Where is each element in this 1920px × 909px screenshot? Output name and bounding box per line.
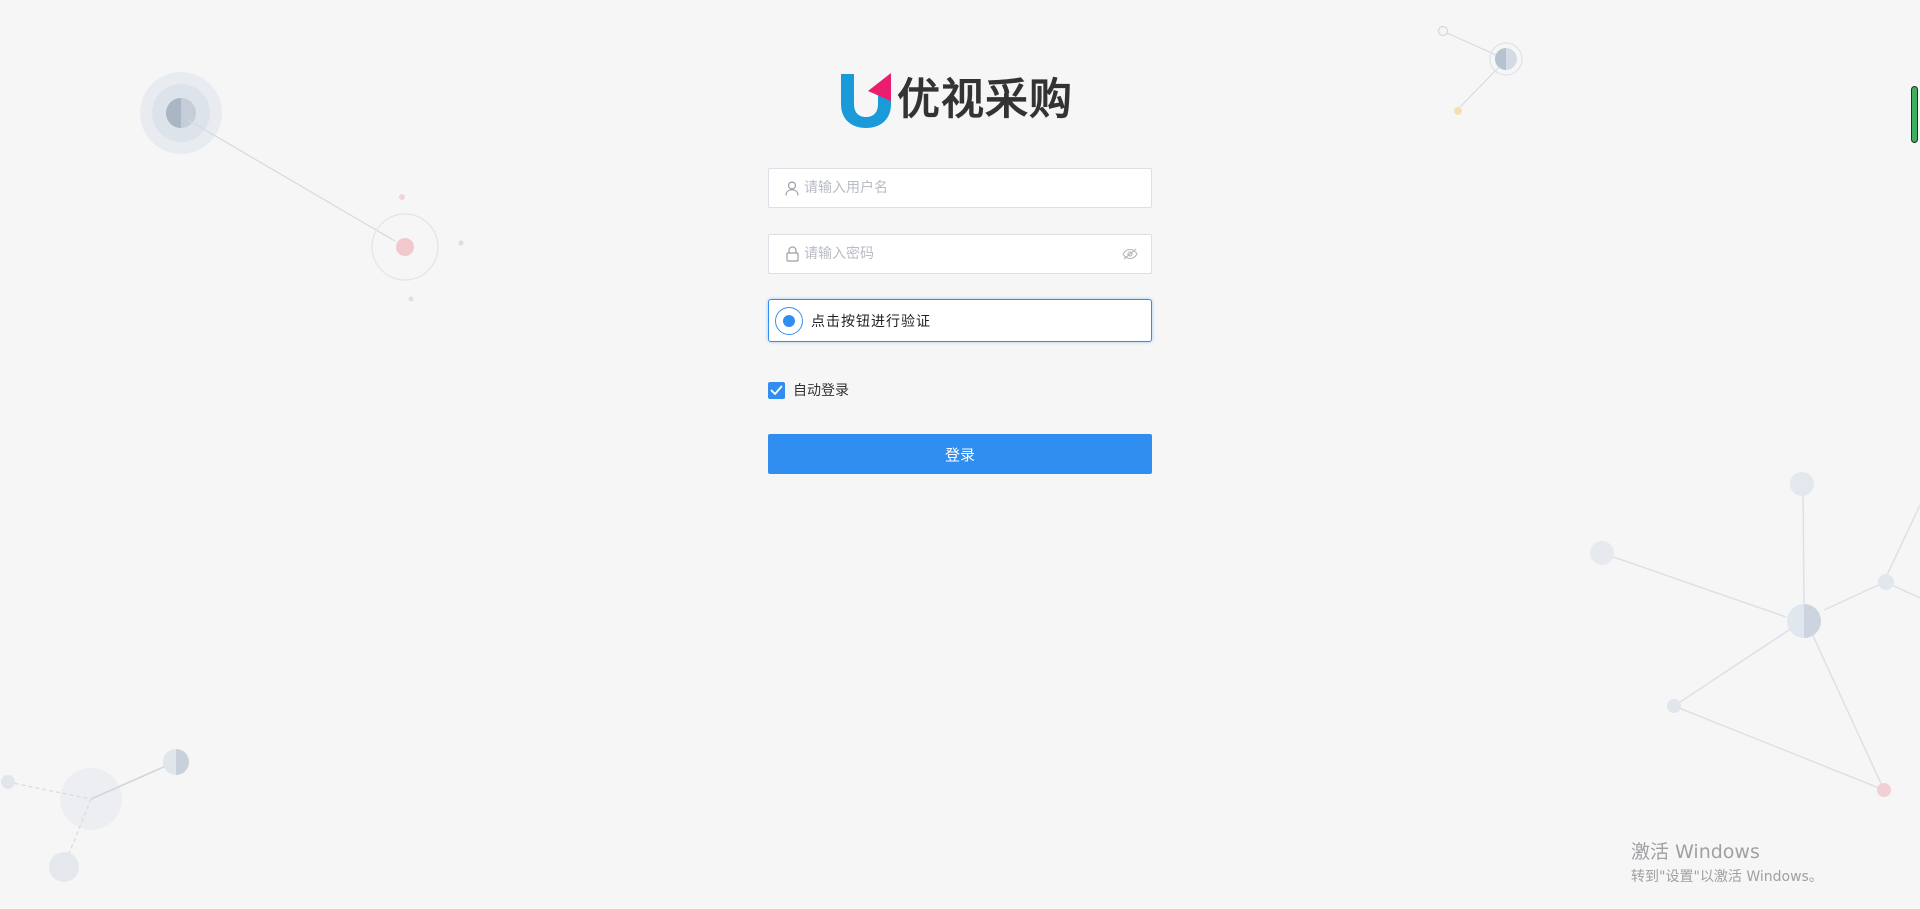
logo-mark-icon xyxy=(841,73,891,128)
brand-logo: 优视采购 xyxy=(839,71,1073,129)
decor-cluster-bottom-left xyxy=(1,749,189,882)
lock-icon xyxy=(784,246,800,262)
captcha-verify-button[interactable]: 点击按钮进行验证 xyxy=(768,299,1152,342)
decor-network-right xyxy=(1590,472,1920,797)
username-input[interactable] xyxy=(804,169,1151,207)
check-icon[interactable] xyxy=(768,381,785,399)
verify-dot xyxy=(783,314,795,327)
eye-icon[interactable] xyxy=(1121,245,1139,263)
scrollbar-thumb[interactable] xyxy=(1912,87,1917,142)
username-field[interactable] xyxy=(768,168,1152,208)
verify-label: 点击按钮进行验证 xyxy=(811,313,931,330)
decor-cluster-top-right xyxy=(1437,25,1523,115)
radio-dot-icon xyxy=(775,306,803,335)
password-input[interactable] xyxy=(804,235,1121,273)
watermark-title: 激活 Windows xyxy=(1631,841,1760,863)
user-icon xyxy=(784,180,800,196)
scrollbar[interactable] xyxy=(1911,86,1918,143)
decor-cluster-top-left xyxy=(140,72,464,302)
login-button[interactable]: 登录 xyxy=(768,434,1152,474)
windows-activation-watermark: 激活 Windows 转到"设置"以激活 Windows。 xyxy=(1631,839,1823,887)
auto-login-label: 自动登录 xyxy=(793,383,849,399)
watermark-subtitle: 转到"设置"以激活 Windows。 xyxy=(1631,869,1823,885)
auto-login-checkbox[interactable]: 自动登录 xyxy=(768,380,849,400)
brand-name: 优视采购 xyxy=(897,75,1073,125)
password-field[interactable] xyxy=(768,234,1152,274)
